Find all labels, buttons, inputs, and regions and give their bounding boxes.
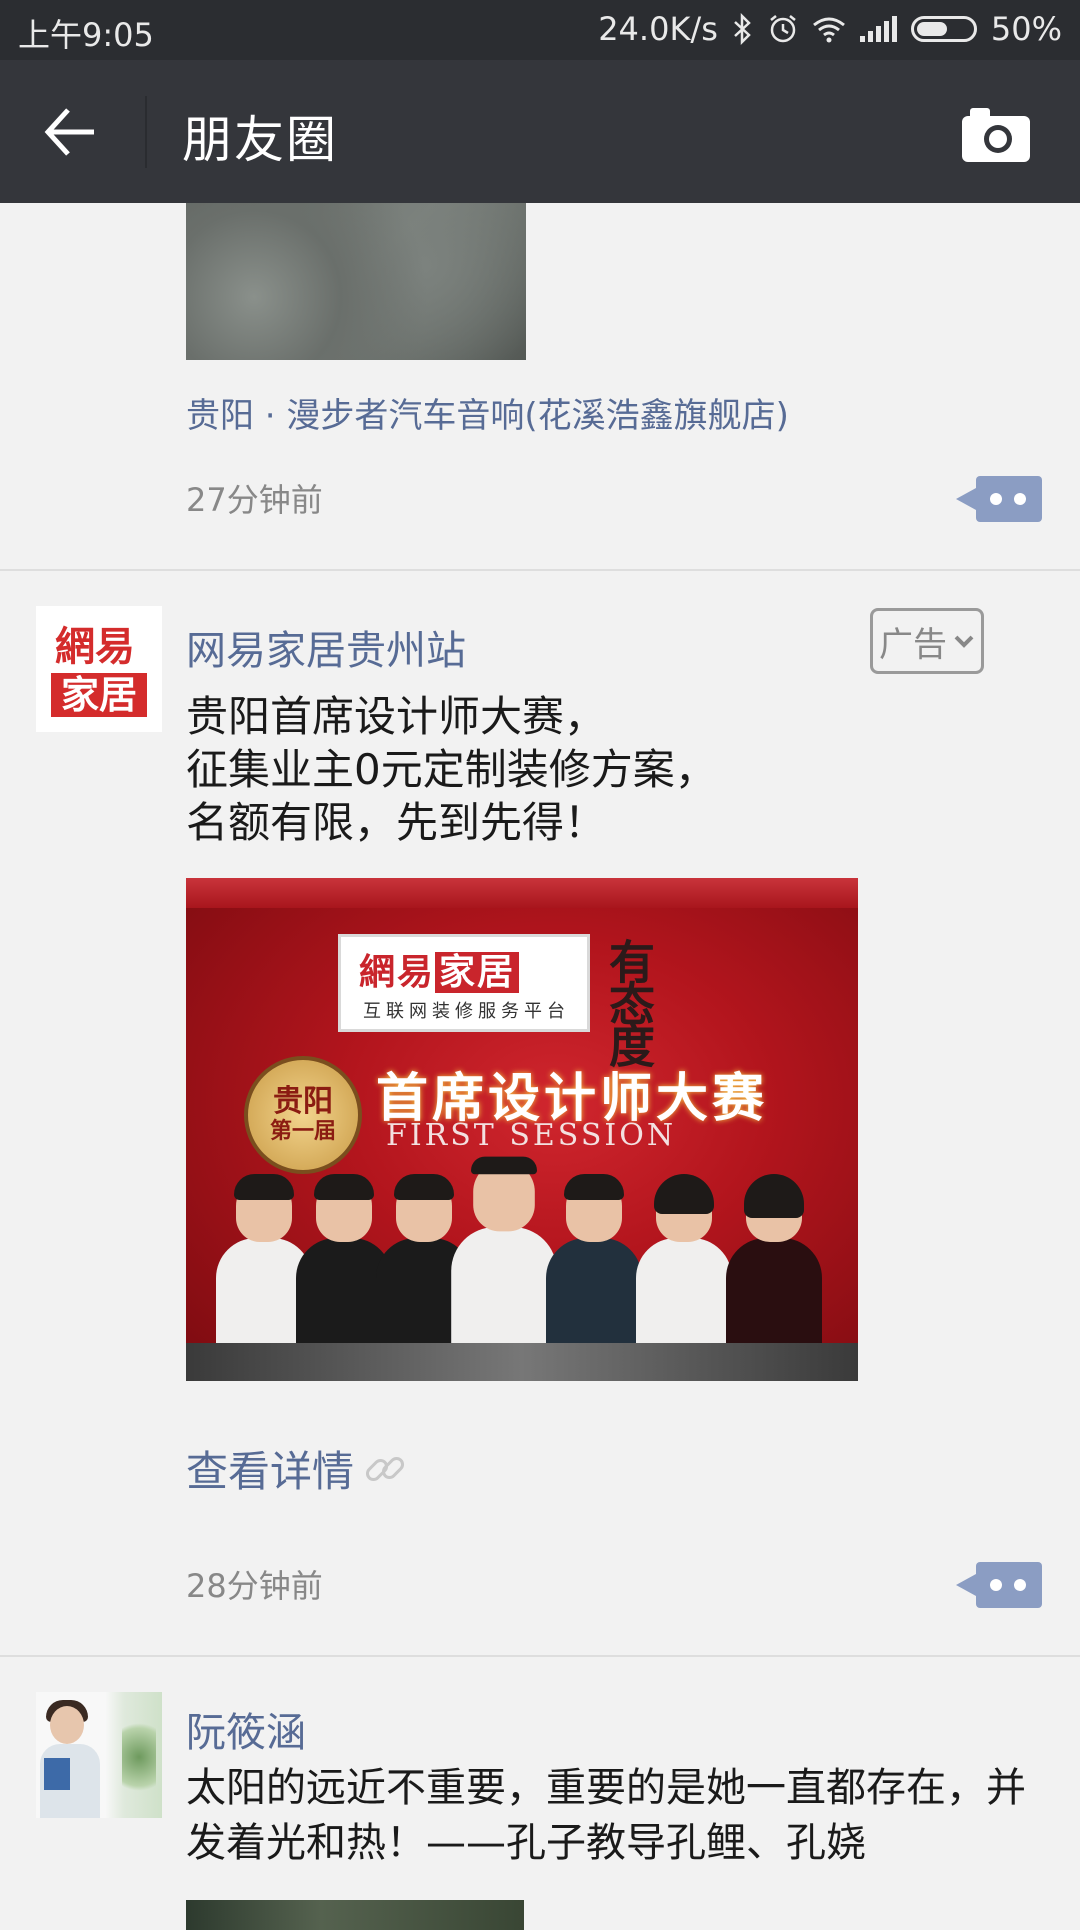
wifi-icon [812,17,845,43]
ad-tag-label: 广告 [879,624,947,665]
bluetooth-icon [734,13,751,45]
chevron-down-icon [954,635,974,648]
banner-designers-photo [216,1156,826,1348]
post-text: 贵阳首席设计师大赛， 征集业主0元定制装修方案， 名额有限，先到先得！ [186,692,717,847]
banner-attitude: 有态度 [602,938,656,1064]
ad-tag-button[interactable]: 广告 [870,608,984,674]
avatar[interactable] [36,1692,162,1818]
banner-seal: 贵阳 第一届 [244,1056,362,1174]
back-arrow-icon[interactable] [40,102,100,162]
banner-brand-highlight: 家居 [435,952,520,993]
net-speed: 24.0K/s [598,10,718,48]
battery-percent: 50% [990,10,1062,48]
banner-brand-prefix: 網易 [359,952,436,993]
link-icon [365,1456,405,1481]
comment-button[interactable] [956,1562,1042,1608]
battery-icon [910,16,977,42]
view-details-link[interactable]: 查看详情 [186,1438,408,1499]
post-time: 27分钟前 [186,481,323,519]
post-separator [0,1655,1080,1657]
post-separator [0,569,1080,571]
banner-brand-card: 網易 家居 互联网装修服务平台 [338,934,590,1032]
title-bar: 朋友圈 [0,60,1080,203]
post-image[interactable] [186,1900,524,1930]
comment-button[interactable] [956,476,1042,522]
post-time: 28分钟前 [186,1567,323,1605]
alarm-icon [770,15,796,43]
post-username[interactable]: 阮筱涵 [186,1700,306,1758]
ad-banner-image[interactable]: 網易 家居 互联网装修服务平台 有态度 贵阳 第一届 首席设计师大赛 FIRST … [186,878,858,1381]
page-title: 朋友圈 [182,111,338,169]
title-divider [145,96,147,168]
avatar[interactable]: 網易 家居 [36,606,162,732]
signal-icon [859,16,897,42]
status-bar: 上午9:05 24.0K/s 50% [0,0,1080,60]
banner-sub-headline: FIRST SESSION [386,1118,677,1153]
view-details-label: 查看详情 [186,1447,355,1496]
post-image[interactable] [186,203,526,360]
post-username[interactable]: 网易家居贵州站 [186,618,466,676]
camera-icon[interactable] [960,104,1032,164]
post-text: 太阳的远近不重要，重要的是她一直都存在，并发着光和热！——孔子教导孔鲤、孔娆 [186,1765,1026,1866]
netease-home-logo: 網易 家居 [51,621,147,717]
post-location[interactable]: 贵阳 · 漫步者汽车音响(花溪浩鑫旗舰店) [186,388,789,437]
status-time: 上午9:05 [18,16,154,54]
status-icons: 24.0K/s 50% [598,10,1062,48]
banner-brand-sub: 互联网装修服务平台 [363,1001,570,1022]
